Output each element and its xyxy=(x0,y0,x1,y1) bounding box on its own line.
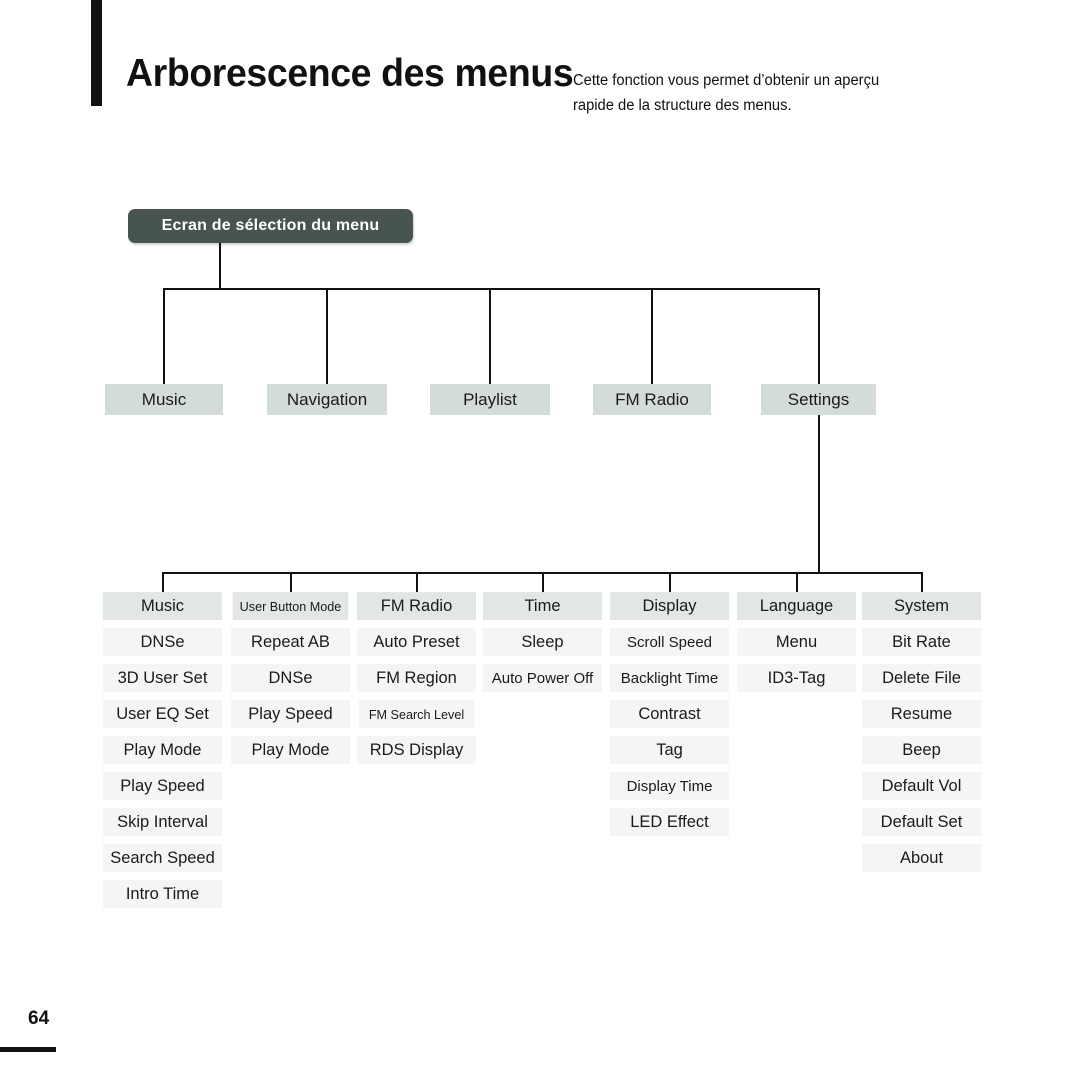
menu-item: Play Mode xyxy=(103,736,222,764)
menu-item: ID3-Tag xyxy=(737,664,856,692)
level2-branch-line-5 xyxy=(795,572,798,592)
column-header-time: Time xyxy=(483,592,602,620)
page-header: Arborescence des menus Cette fonction vo… xyxy=(0,0,1080,140)
menu-item: Default Vol xyxy=(862,772,981,800)
title-accent-bar xyxy=(91,0,102,106)
level1-node-playlist: Playlist xyxy=(430,384,550,415)
menu-item: Beep xyxy=(862,736,981,764)
menu-item: Default Set xyxy=(862,808,981,836)
menu-item: Display Time xyxy=(610,772,729,800)
menu-item: Play Mode xyxy=(231,736,350,764)
level1-node-settings: Settings xyxy=(761,384,876,415)
menu-column-music: Music DNSe 3D User Set User EQ Set Play Mode… xyxy=(103,592,222,916)
menu-selection-screen-node: Ecran de sélection du menu xyxy=(128,209,413,243)
level2-branch-line-3 xyxy=(541,572,544,592)
menu-item: Bit Rate xyxy=(862,628,981,656)
menu-item: 3D User Set xyxy=(103,664,222,692)
menu-item: Sleep xyxy=(483,628,602,656)
level1-node-label: Music xyxy=(141,389,187,409)
menu-column-system: System Bit Rate Delete File Resume Beep Defau… xyxy=(862,592,981,880)
footer-rule xyxy=(0,1047,56,1052)
root-drop-line xyxy=(219,243,221,288)
menu-column-language: Language Menu ID3-Tag xyxy=(737,592,856,700)
level1-branch-line-3 xyxy=(651,288,653,384)
menu-item: Search Speed xyxy=(103,844,222,872)
level1-node-music: Music xyxy=(105,384,223,415)
level1-node-fm-radio: FM Radio xyxy=(593,384,711,415)
menu-column-time: Time Sleep Auto Power Off xyxy=(483,592,602,700)
column-header-display: Display xyxy=(610,592,729,620)
menu-column-user-button-mode: User Button Mode Repeat AB DNSe Play Speed P… xyxy=(231,592,350,772)
menu-item: DNSe xyxy=(231,664,350,692)
level1-node-label: Settings xyxy=(787,389,850,409)
column-header-fm-radio: FM Radio xyxy=(357,592,476,620)
menu-item: Menu xyxy=(737,628,856,656)
level1-branch-line-0 xyxy=(163,288,165,384)
menu-item: About xyxy=(862,844,981,872)
level2-branch-line-1 xyxy=(289,572,292,592)
menu-item: FM Region xyxy=(357,664,476,692)
level2-branch-line-6 xyxy=(920,572,923,592)
page-title: Arborescence des menus xyxy=(126,52,574,95)
level1-branch-line-1 xyxy=(326,288,328,384)
column-header-language: Language xyxy=(737,592,856,620)
menu-item: Skip Interval xyxy=(103,808,222,836)
level1-bus-line xyxy=(163,288,820,290)
level1-node-label: Navigation xyxy=(286,389,368,409)
settings-drop-line xyxy=(817,415,820,572)
menu-item: Contrast xyxy=(610,700,729,728)
level1-branch-line-2 xyxy=(489,288,491,384)
level1-node-label: FM Radio xyxy=(615,389,689,409)
column-header-user-button-mode: User Button Mode xyxy=(232,592,349,620)
page-subtitle: Cette fonction vous permet d’obtenir un … xyxy=(573,72,880,114)
menu-item: Repeat AB xyxy=(231,628,350,656)
level1-branch-line-4 xyxy=(817,288,820,384)
level1-node-label: Playlist xyxy=(463,389,517,409)
menu-item: RDS Display xyxy=(357,736,476,764)
menu-item: LED Effect xyxy=(610,808,729,836)
menu-item: Auto Power Off xyxy=(483,664,602,692)
column-header-music: Music xyxy=(103,592,222,620)
page-number: 64 xyxy=(28,1008,50,1029)
menu-item: DNSe xyxy=(103,628,222,656)
menu-item: User EQ Set xyxy=(103,700,222,728)
menu-item: Tag xyxy=(610,736,729,764)
menu-item: Intro Time xyxy=(103,880,222,908)
menu-item: Play Speed xyxy=(103,772,222,800)
menu-item: Delete File xyxy=(862,664,981,692)
menu-item: Backlight Time xyxy=(610,664,729,692)
level2-branch-line-2 xyxy=(415,572,418,592)
column-header-system: System xyxy=(862,592,981,620)
level2-branch-line-4 xyxy=(668,572,671,592)
level2-branch-line-0 xyxy=(161,572,164,592)
level1-node-navigation: Navigation xyxy=(267,384,387,415)
menu-column-fm-radio: FM Radio Auto Preset FM Region FM Search Le… xyxy=(357,592,476,772)
menu-item: FM Search Level xyxy=(358,700,475,728)
menu-column-display: Display Scroll Speed Backlight Time Contras… xyxy=(610,592,729,844)
menu-item: Play Speed xyxy=(231,700,350,728)
menu-item: Scroll Speed xyxy=(610,628,729,656)
menu-item: Auto Preset xyxy=(357,628,476,656)
menu-item: Resume xyxy=(862,700,981,728)
